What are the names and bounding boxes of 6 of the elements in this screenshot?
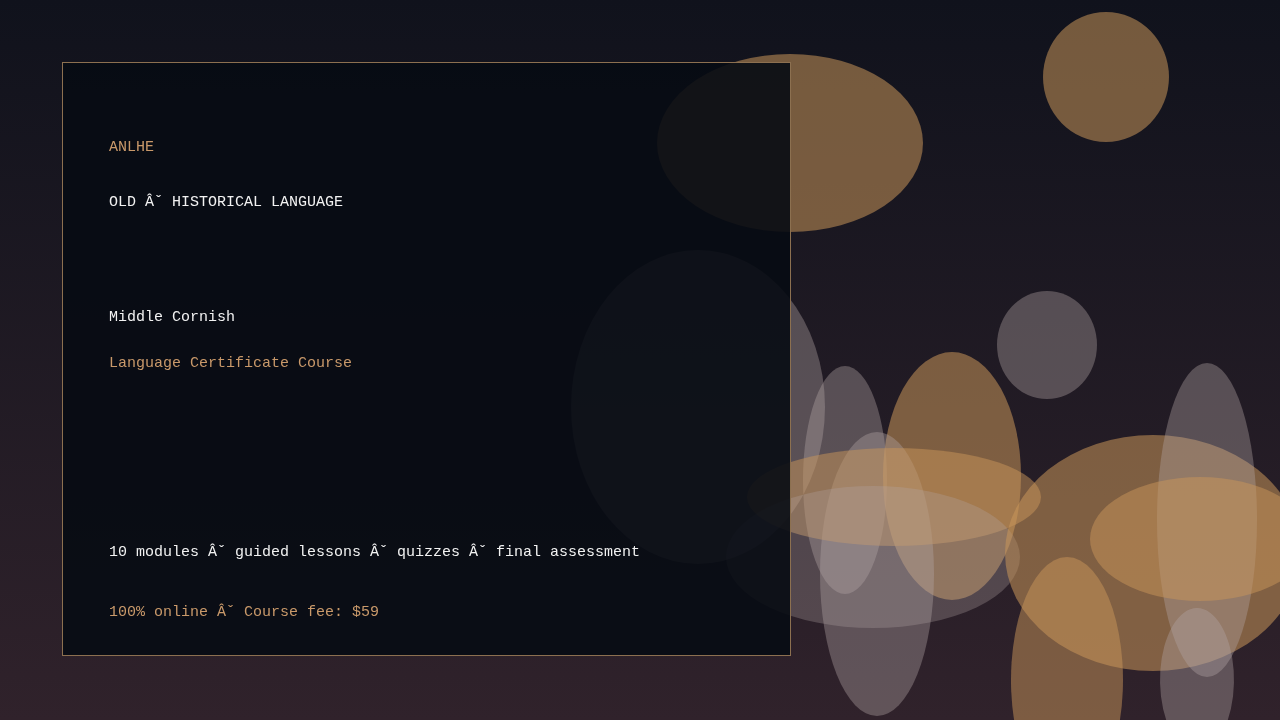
course-subtitle: Language Certificate Course bbox=[109, 354, 353, 374]
brand-name: ANLHE bbox=[109, 138, 154, 158]
course-pricing: 100% online Âˇ Course fee: $59 bbox=[109, 603, 380, 623]
course-title: Middle Cornish bbox=[109, 308, 236, 328]
course-details: 10 modules Âˇ guided lessons Âˇ quizzes Âˇ final assessment bbox=[109, 543, 641, 563]
category-label: OLD Âˇ HISTORICAL LANGUAGE bbox=[109, 193, 344, 213]
